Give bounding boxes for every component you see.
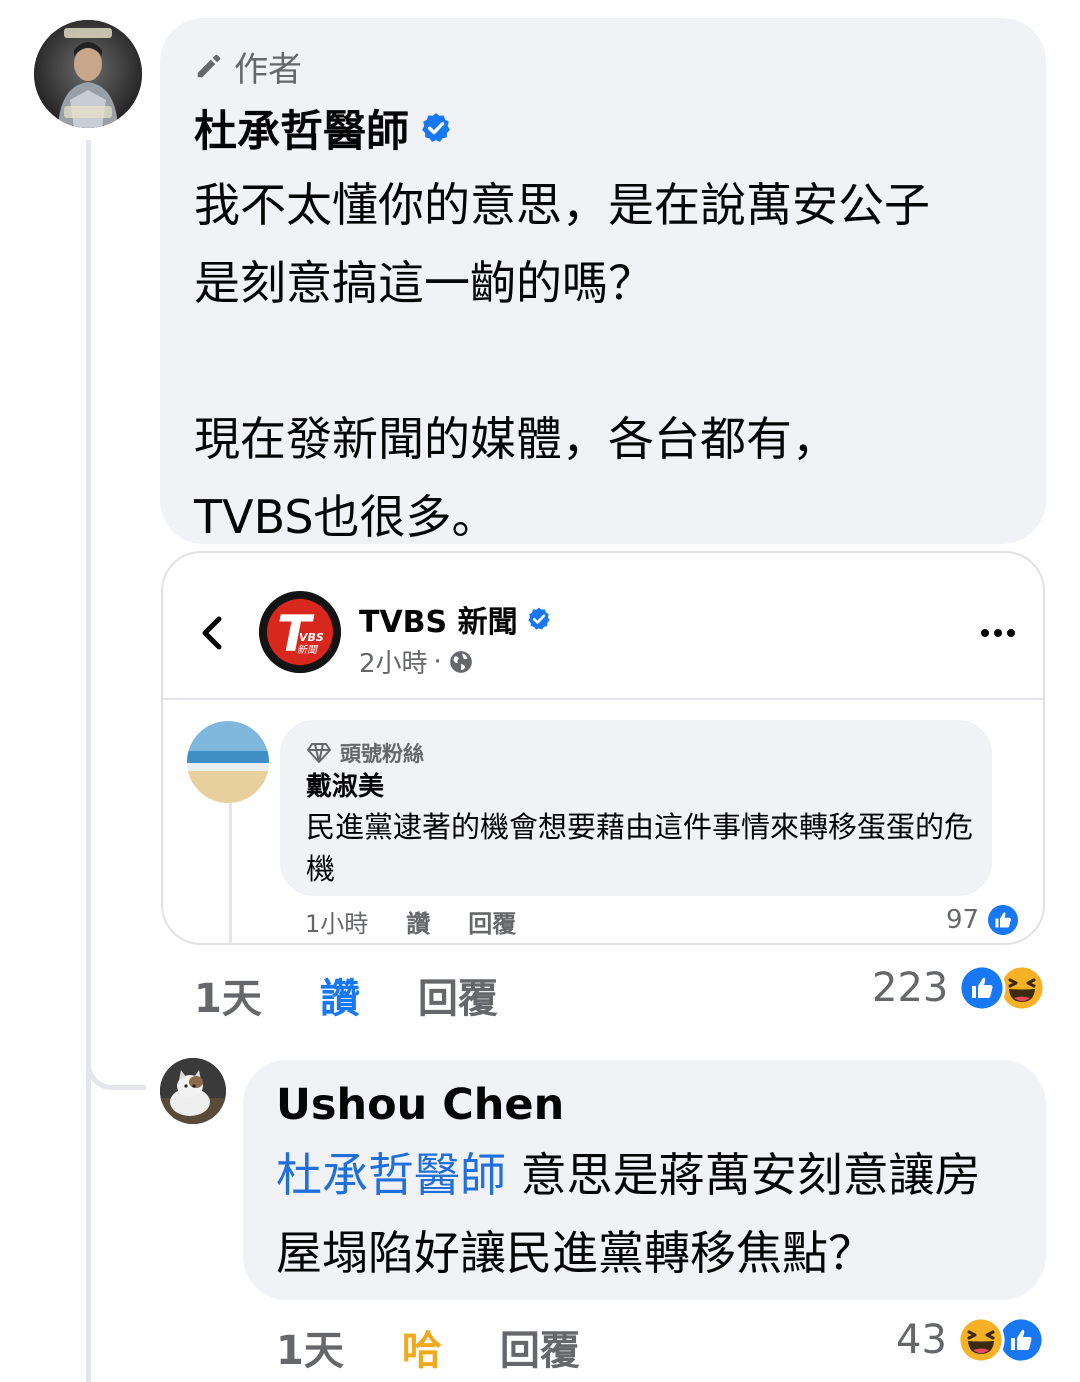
top-fan-badge: 頭號粉絲 — [306, 738, 424, 768]
avatar — [187, 721, 269, 803]
reply-reaction-summary[interactable]: 43 — [896, 1316, 1045, 1364]
verified-icon — [527, 607, 550, 630]
reply-button[interactable]: 回覆 — [418, 966, 498, 1024]
embedded-like-button: 讚 — [406, 910, 431, 938]
embedded-reaction-count: 97 — [946, 905, 980, 935]
divider — [163, 698, 1043, 700]
avatar[interactable] — [160, 1058, 226, 1124]
comment-actions: 1天 讚 回覆 — [194, 966, 498, 1024]
mention-link[interactable]: 杜承哲醫師 — [276, 1148, 506, 1202]
like-icon — [958, 964, 1006, 1012]
replier-name[interactable]: Ushou Chen — [276, 1080, 564, 1130]
reply-time[interactable]: 1天 — [276, 1318, 344, 1376]
haha-reaction-button[interactable]: 哈 — [402, 1318, 442, 1376]
commenter-name-row: 杜承哲醫師 — [194, 98, 453, 158]
embedded-reaction-summary: 97 — [946, 902, 1021, 938]
like-icon — [985, 902, 1021, 938]
commenter-name[interactable]: 杜承哲醫師 — [194, 97, 409, 159]
top-fan-label: 頭號粉絲 — [340, 742, 424, 766]
page-name-row: TVBS 新聞 — [359, 597, 552, 641]
post-meta: 2小時 · — [359, 643, 474, 680]
embedded-comment-text: 民進黨逮著的機會想要藉由這件事情來轉移蛋蛋的危機 — [306, 810, 974, 886]
embedded-comment-time: 1小時 — [305, 910, 369, 938]
more-options-icon[interactable] — [981, 629, 1015, 637]
page-name[interactable]: TVBS 新聞 — [359, 597, 518, 641]
author-badge-label: 作者 — [234, 49, 302, 90]
author-badge: 作者 — [194, 44, 302, 90]
reply-actions: 1天 哈 回覆 — [276, 1318, 580, 1376]
reply-text: 杜承哲醫師 意思是蔣萬安刻意讓房屋塌陷好讓民進黨轉移焦點？ — [276, 1136, 1026, 1292]
haha-icon — [957, 1316, 1005, 1364]
reply-reaction-count: 43 — [896, 1317, 947, 1363]
embedded-comment-actions: 1小時 讚 回覆 — [305, 904, 516, 939]
reply-button[interactable]: 回覆 — [500, 1318, 580, 1376]
reaction-summary[interactable]: 223 — [872, 964, 1046, 1012]
verified-icon — [422, 113, 450, 142]
thread-line — [229, 803, 232, 943]
comment-text: 我不太懂你的意思，是在說萬安公子 是刻意搞這一齣的嗎？ 現在發新聞的媒體，各台都… — [194, 178, 930, 544]
page-logo: T VBS 新聞 — [259, 591, 341, 673]
svg-text:新聞: 新聞 — [297, 644, 319, 656]
thread-branch-line — [86, 1030, 146, 1090]
pencil-icon — [197, 54, 221, 78]
comment-time[interactable]: 1天 — [194, 966, 262, 1024]
embedded-commenter-name: 戴淑美 — [306, 772, 385, 802]
svg-text:VBS: VBS — [299, 631, 324, 644]
back-chevron-icon — [202, 616, 222, 650]
thread-line — [86, 140, 91, 1382]
globe-icon — [449, 650, 472, 673]
embedded-reply-button: 回覆 — [468, 910, 517, 938]
avatar[interactable] — [34, 20, 142, 128]
reaction-count: 223 — [872, 965, 949, 1011]
diamond-icon — [307, 743, 331, 763]
post-time: 2小時 — [359, 649, 428, 679]
like-button[interactable]: 讚 — [320, 966, 360, 1024]
